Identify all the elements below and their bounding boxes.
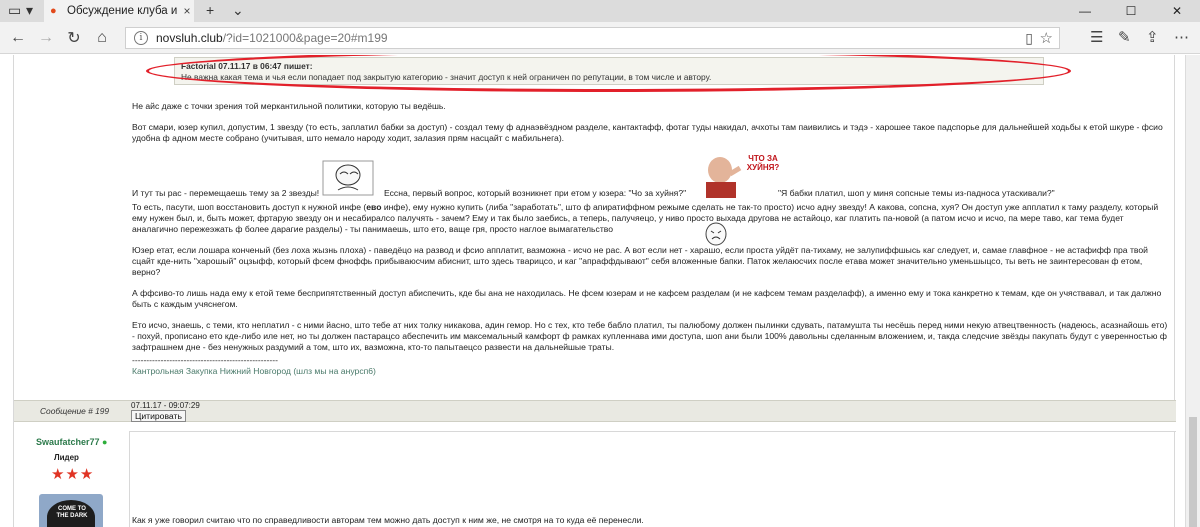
maximize-icon[interactable]: ☐ — [1108, 0, 1154, 22]
tab-list-icon[interactable]: ▭ — [8, 2, 21, 19]
navigation-bar: ← → ↻ ⌂ i novsluh.club/?id=1021000&page=… — [0, 22, 1200, 54]
signature: Кантрольная Закупка Нижний Новгород (шлз… — [132, 366, 376, 376]
post-paragraph: То есть, пасути, шоп восстановить доступ… — [132, 202, 1172, 246]
page-viewport: Factorial 07.11.17 в 06:47 пишет: Не важ… — [0, 55, 1200, 527]
home-icon[interactable]: ⌂ — [88, 26, 116, 50]
post-date: 07.11.17 - 09:07:29 — [131, 401, 200, 410]
post-paragraph: Юзер етат, если лошара конченый (без лох… — [132, 245, 1148, 277]
forward-icon[interactable]: → — [32, 26, 60, 50]
tab-close-icon[interactable]: × — [180, 4, 194, 18]
notes-icon[interactable]: ✎ — [1118, 28, 1131, 46]
new-tab-button[interactable]: + — [206, 2, 214, 18]
post-gap — [14, 422, 1176, 431]
meme-yuno-icon — [705, 222, 727, 246]
address-bar[interactable]: i novsluh.club/?id=1021000&page=20#m199 … — [125, 27, 1060, 49]
address-host: novsluh.club — [156, 31, 223, 45]
tab-title: Обсуждение клуба и гр — [67, 5, 180, 17]
favorites-hub-icon[interactable]: ☰ — [1090, 28, 1103, 46]
post-text: Ессна, первый вопрос, который возникнет … — [384, 188, 687, 198]
meme-face-icon — [322, 160, 374, 196]
rank-stars-icon: ★★★ — [51, 466, 95, 483]
tab-preview-icon[interactable]: ▾ — [26, 2, 33, 19]
post2-author-column: Swaufatcher77 ● Лидер ★★★ COME TO THE DA… — [14, 431, 130, 527]
cite-button[interactable]: Цитировать — [131, 410, 186, 422]
online-status-icon: ● — [102, 437, 108, 447]
post-footer: Сообщение # 199 07.11.17 - 09:07:29 Цити… — [14, 400, 1176, 422]
reading-view-icon[interactable]: ▯ — [1025, 30, 1033, 47]
forum-post: Factorial 07.11.17 в 06:47 пишет: Не важ… — [13, 55, 1176, 527]
post-paragraph: Не айс даже с точки зрения той меркантил… — [132, 101, 446, 111]
post-paragraph: Ето исчо, знаешь, с теми, кто неплатил -… — [132, 320, 1168, 352]
share-icon[interactable]: ⇪ — [1146, 28, 1159, 46]
favorite-star-icon[interactable]: ☆ — [1040, 29, 1053, 47]
scrollbar-thumb[interactable] — [1189, 417, 1197, 527]
close-window-icon[interactable]: ✕ — [1154, 0, 1200, 22]
post-bold: ево — [366, 202, 382, 212]
highlight-oval — [146, 55, 1071, 92]
post2-text: Как я уже говорил считаю что по справедл… — [132, 515, 644, 525]
post-text: "Я бабки платил, шоп у миня сопсные темы… — [778, 188, 1055, 198]
meme-caption: ЧТО ЗА ХУЙНЯ? — [746, 154, 780, 172]
post-text: И тут ты рас - перемещаешь тему за 2 зве… — [132, 188, 320, 198]
username-link[interactable]: Swaufatcher77 ● — [36, 437, 107, 447]
avatar-text: COME TO THE DARK — [56, 506, 88, 519]
post-paragraph: Вот смари, юзер купил, допустим, 1 звезд… — [132, 122, 1163, 143]
post-author-column — [14, 55, 130, 400]
more-icon[interactable]: ⋯ — [1174, 28, 1189, 46]
title-bar: ▭ ▾ ● Обсуждение клуба и гр × + ⌄ — ☐ ✕ — [0, 0, 1200, 22]
post-paragraph-memes: И тут ты рас - перемещаешь тему за 2 зве… — [132, 154, 1172, 198]
site-favicon-icon: ● — [50, 5, 57, 17]
post-text: То есть, пасути, шоп восстановить доступ… — [132, 202, 367, 212]
username[interactable]: Swaufatcher77 — [36, 437, 100, 447]
address-path: /?id=1021000&page=20#m199 — [222, 31, 388, 45]
tab-dropdown-icon[interactable]: ⌄ — [232, 2, 244, 19]
tab-active[interactable]: ● Обсуждение клуба и гр × — [44, 0, 194, 22]
avatar[interactable]: COME TO THE DARK — [39, 494, 103, 527]
back-icon[interactable]: ← — [4, 26, 32, 50]
post-content: Не айс даже с точки зрения той меркантил… — [132, 101, 1172, 377]
user-rank: Лидер — [54, 453, 79, 462]
post-divider — [14, 431, 1176, 432]
signature-divider: ----------------------------------------… — [132, 355, 278, 365]
refresh-icon[interactable]: ↻ — [60, 26, 88, 50]
minimize-icon[interactable]: — — [1062, 0, 1108, 22]
message-number: Сообщение # 199 — [40, 406, 110, 416]
site-info-icon[interactable]: i — [134, 31, 148, 45]
vertical-scrollbar[interactable] — [1185, 55, 1200, 527]
post-paragraph: А ффсиво-то лишь нада ему к етой теме бе… — [132, 288, 1162, 309]
